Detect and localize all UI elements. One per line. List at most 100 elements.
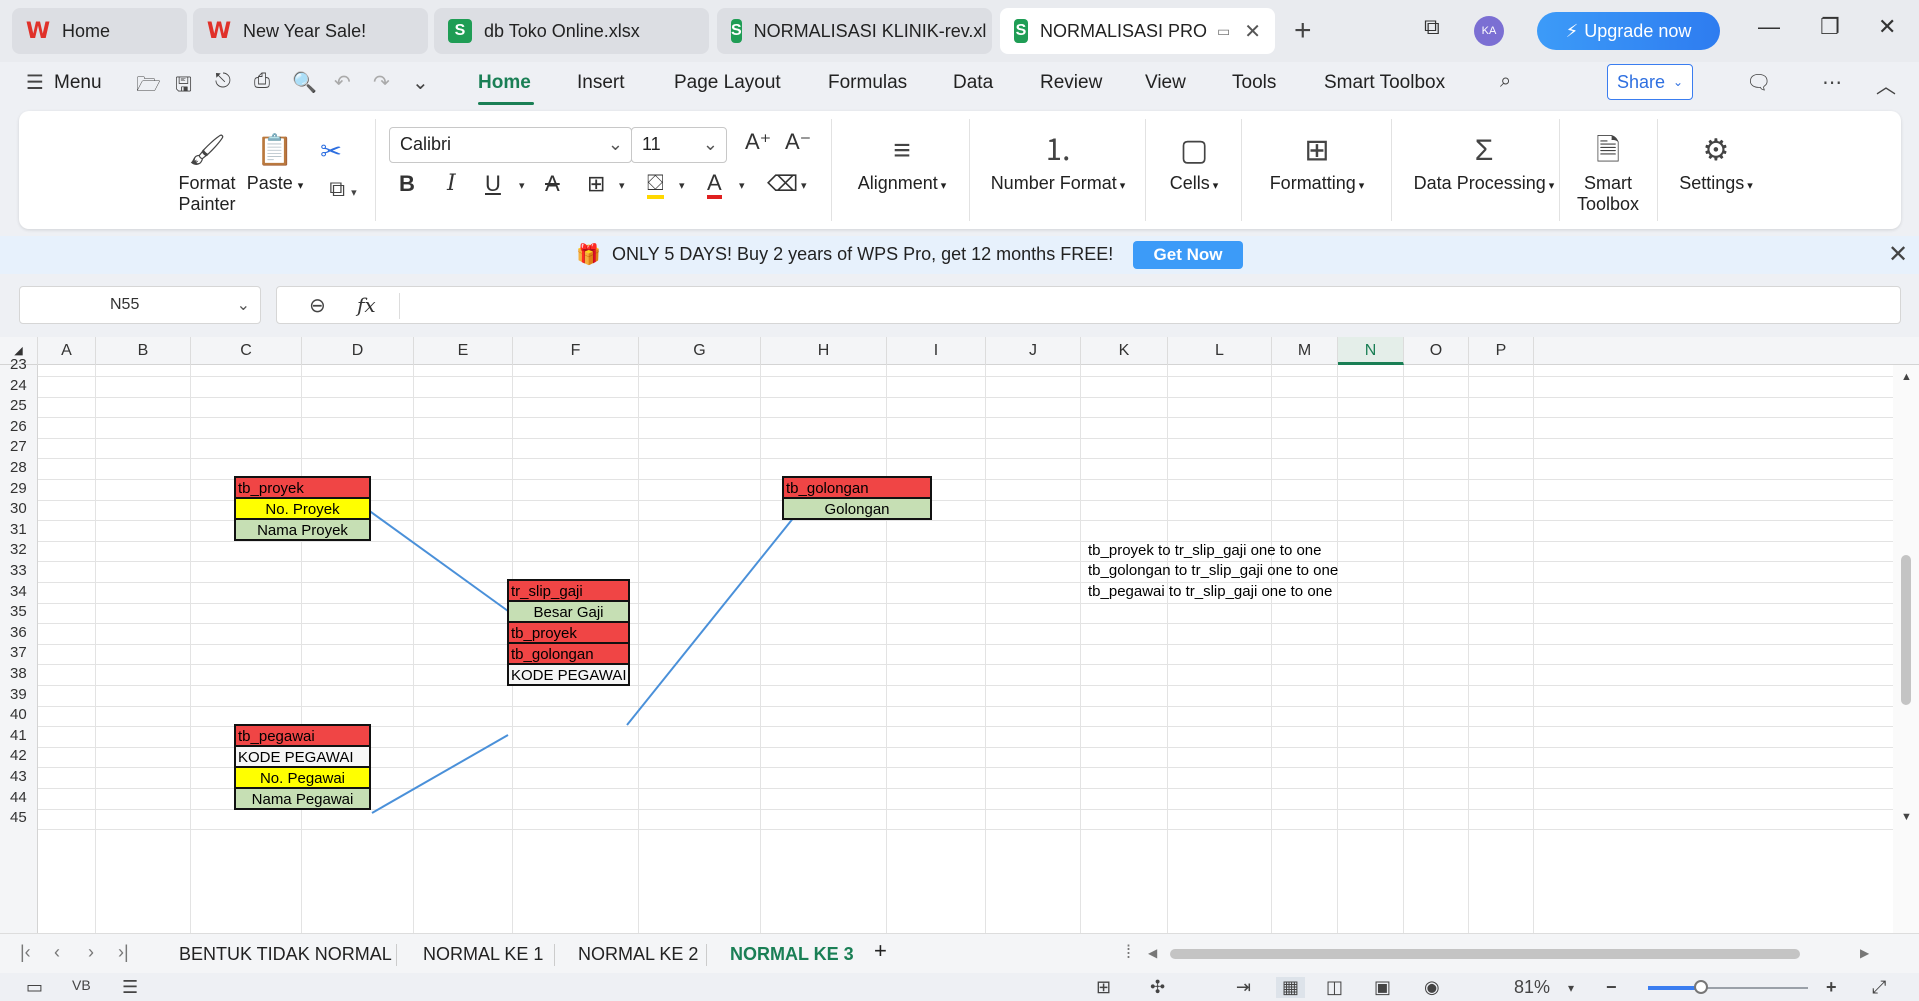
- row-header-41[interactable]: 41: [0, 727, 38, 748]
- column-header-m[interactable]: M: [1272, 337, 1338, 365]
- list-icon[interactable]: ☰: [122, 977, 138, 998]
- row-header-23[interactable]: 23: [0, 356, 38, 377]
- tr-slip-gaji-header[interactable]: tr_slip_gaji: [507, 579, 630, 602]
- formatting-button[interactable]: ⊞ Formatting ▾: [1255, 129, 1379, 194]
- chevron-down-icon[interactable]: ▾: [619, 179, 625, 192]
- more-icon[interactable]: ⋯: [1822, 70, 1842, 95]
- row-header-26[interactable]: 26: [0, 418, 38, 439]
- share-button[interactable]: Share ⌄: [1607, 64, 1693, 100]
- sheet-tab-normal-ke-3[interactable]: NORMAL KE 3: [730, 944, 854, 965]
- spreadsheet-grid[interactable]: ◢ ABCDEFGHIJKLMNOP 23 24 25 26 27 28 29 30 31 32 3…: [0, 337, 1919, 933]
- row-header-38[interactable]: 38: [0, 665, 38, 686]
- zoom-out-icon[interactable]: −: [1606, 977, 1617, 998]
- tab-normalisasi-pro[interactable]: S NORMALISASI PRO ▭ ✕: [1000, 8, 1275, 54]
- menu-review[interactable]: Review: [1040, 72, 1102, 94]
- tab-db-toko-online[interactable]: S db Toko Online.xlsx: [434, 8, 709, 54]
- relation-note-2[interactable]: tb_golongan to tr_slip_gaji one to one: [1088, 562, 1338, 579]
- open-folder-icon[interactable]: 🗁: [136, 70, 161, 104]
- save-icon[interactable]: 🖫: [175, 70, 192, 104]
- tb-proyek-no-proyek[interactable]: No. Proyek: [234, 497, 371, 520]
- column-header-e[interactable]: E: [414, 337, 513, 365]
- row-header-33[interactable]: 33: [0, 562, 38, 583]
- alignment-button[interactable]: ≡ Alignment ▾: [849, 129, 955, 194]
- fill-color-icon[interactable]: ⛋: [647, 171, 664, 199]
- formula-bar[interactable]: ⊖ fx: [276, 286, 1901, 324]
- chevron-down-icon[interactable]: ▾: [739, 179, 745, 192]
- cell-area[interactable]: tb_proyek No. Proyek Nama Proyek tb_golo…: [38, 365, 1893, 933]
- strikethrough-icon[interactable]: A: [545, 171, 560, 197]
- relation-note-3[interactable]: tb_pegawai to tr_slip_gaji one to one: [1088, 583, 1332, 600]
- chevron-down-icon[interactable]: ⌄: [237, 295, 250, 315]
- close-tab-icon[interactable]: ✕: [1244, 19, 1261, 44]
- prev-sheet-icon[interactable]: ‹: [54, 942, 60, 963]
- data-processing-button[interactable]: Σ Data Processing ▾: [1405, 129, 1563, 194]
- font-size-select[interactable]: 11 ⌄: [631, 127, 727, 163]
- number-format-button[interactable]: ⒈ Number Format ▾: [984, 129, 1132, 194]
- redo-icon[interactable]: ↷: [373, 70, 390, 95]
- italic-icon[interactable]: I: [447, 171, 456, 196]
- zoom-level[interactable]: 81%: [1514, 977, 1550, 998]
- vertical-scrollbar[interactable]: ▲ ▼: [1893, 365, 1919, 933]
- close-window-icon[interactable]: ✕: [1878, 14, 1896, 40]
- column-header-p[interactable]: P: [1469, 337, 1534, 365]
- scroll-up-icon[interactable]: ▲: [1901, 371, 1912, 383]
- comment-icon[interactable]: 🗨: [1746, 70, 1771, 95]
- chevron-down-icon[interactable]: ▾: [1568, 981, 1574, 995]
- tb-pegawai-no-pegawai[interactable]: No. Pegawai: [234, 766, 371, 789]
- bold-icon[interactable]: B: [399, 171, 415, 197]
- horizontal-scroll-thumb[interactable]: [1170, 949, 1800, 959]
- cells-button[interactable]: ▢ Cells ▾: [1159, 129, 1229, 194]
- last-sheet-icon[interactable]: ›|: [118, 942, 129, 963]
- sheet-tab-bentuk-tidak-normal[interactable]: BENTUK TIDAK NORMAL: [179, 944, 392, 965]
- collapse-ribbon-icon[interactable]: ︿: [1876, 70, 1896, 99]
- menu-insert[interactable]: Insert: [577, 72, 625, 94]
- avatar[interactable]: KA: [1474, 16, 1504, 46]
- menu-formulas[interactable]: Formulas: [828, 72, 907, 94]
- column-header-a[interactable]: A: [38, 337, 96, 365]
- menu-tools[interactable]: Tools: [1232, 72, 1276, 94]
- first-sheet-icon[interactable]: |‹: [20, 942, 31, 963]
- next-sheet-icon[interactable]: ›: [88, 942, 94, 963]
- row-header-24[interactable]: 24: [0, 377, 38, 398]
- row-header-44[interactable]: 44: [0, 789, 38, 810]
- tr-slip-gaji-kode-pegawai[interactable]: KODE PEGAWAI: [507, 663, 630, 686]
- column-header-f[interactable]: F: [513, 337, 639, 365]
- tb-pegawai-kode-pegawai[interactable]: KODE PEGAWAI: [234, 745, 371, 768]
- minimize-icon[interactable]: —: [1758, 14, 1780, 40]
- tab-home[interactable]: W Home: [12, 8, 187, 54]
- menu-smart-toolbox[interactable]: Smart Toolbox: [1324, 72, 1445, 94]
- increase-font-icon[interactable]: A⁺: [745, 129, 771, 155]
- column-header-b[interactable]: B: [96, 337, 191, 365]
- hamburger-icon[interactable]: ☰: [26, 70, 44, 95]
- fullscreen-icon[interactable]: ⤢: [1872, 977, 1886, 998]
- sheet-tab-normal-ke-1[interactable]: NORMAL KE 1: [423, 944, 543, 965]
- row-header-39[interactable]: 39: [0, 686, 38, 707]
- row-header-32[interactable]: 32: [0, 541, 38, 562]
- column-header-c[interactable]: C: [191, 337, 302, 365]
- zoom-slider[interactable]: [1648, 986, 1808, 990]
- row-header-34[interactable]: 34: [0, 583, 38, 604]
- tb-golongan-golongan[interactable]: Golongan: [782, 497, 932, 520]
- export-view-icon[interactable]: ⇥: [1236, 977, 1251, 998]
- copy-button[interactable]: ⧉ ▾: [313, 167, 373, 211]
- column-header-d[interactable]: D: [302, 337, 414, 365]
- chevron-down-icon[interactable]: ⌄: [412, 70, 429, 95]
- settings-button[interactable]: ⚙ Settings ▾: [1671, 129, 1761, 194]
- upgrade-button[interactable]: ⚡ Upgrade now: [1537, 12, 1720, 50]
- column-header-k[interactable]: K: [1081, 337, 1168, 365]
- row-header-45[interactable]: 45: [0, 809, 38, 830]
- row-header-36[interactable]: 36: [0, 624, 38, 645]
- font-name-select[interactable]: Calibri ⌄: [389, 127, 632, 163]
- column-header-j[interactable]: J: [986, 337, 1081, 365]
- close-icon[interactable]: ✕: [1888, 240, 1908, 269]
- split-icon[interactable]: ⁞: [1126, 942, 1131, 963]
- zoom-icon[interactable]: ⊖: [309, 293, 326, 318]
- decrease-font-icon[interactable]: A⁻: [785, 129, 811, 155]
- row-header-37[interactable]: 37: [0, 644, 38, 665]
- table-view-icon[interactable]: ⊞: [1096, 977, 1111, 998]
- tb-pegawai-nama-pegawai[interactable]: Nama Pegawai: [234, 787, 371, 810]
- column-header-h[interactable]: H: [761, 337, 887, 365]
- freeze-icon[interactable]: ✣: [1150, 977, 1165, 998]
- menu-data[interactable]: Data: [953, 72, 993, 94]
- row-header-35[interactable]: 35: [0, 603, 38, 624]
